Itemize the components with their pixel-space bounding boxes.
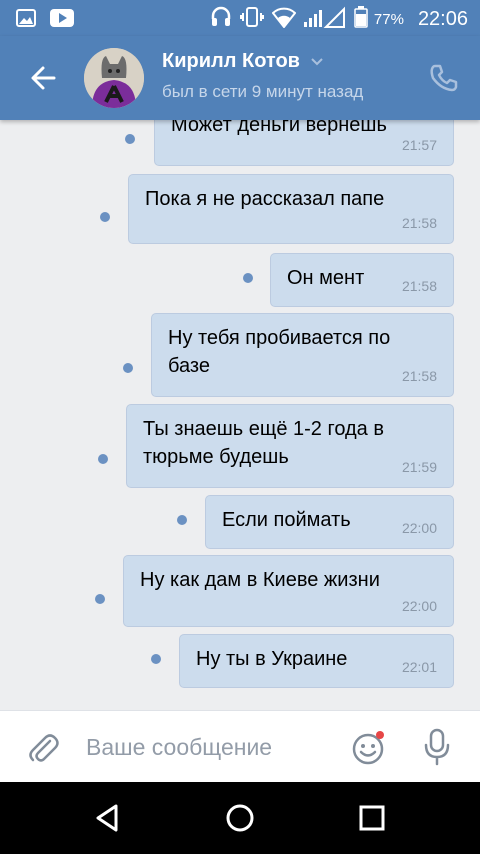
headset-icon <box>210 6 232 33</box>
contact-name-text: Кирилл Котов <box>162 50 300 72</box>
call-button[interactable] <box>428 62 460 94</box>
phone-icon <box>430 64 458 92</box>
message-bubble[interactable]: Ну как дам в Киеве жизни 22:00 <box>123 555 454 627</box>
unread-dot <box>243 273 253 283</box>
message-bubble[interactable]: Ты знаешь ещё 1-2 года в тюрьме будешь 2… <box>126 404 454 488</box>
avatar[interactable] <box>84 48 144 108</box>
message-time: 22:01 <box>401 659 437 675</box>
emoji-icon <box>352 731 384 765</box>
gallery-icon <box>16 9 36 32</box>
last-seen-status: был в сети 9 минут назад <box>162 82 364 101</box>
message-bubble[interactable]: Он мент 21:58 <box>270 253 454 307</box>
message-text: Ну как дам в Киеве жизни <box>140 569 380 591</box>
back-button[interactable] <box>24 58 64 98</box>
contact-name[interactable]: Кирилл Котов <box>162 50 324 73</box>
signal-icon <box>303 6 346 33</box>
message-time: 22:00 <box>401 598 437 614</box>
nav-back-button[interactable] <box>92 802 124 834</box>
message-bubble[interactable]: Ну ты в Украине 22:01 <box>179 634 454 688</box>
battery-icon <box>354 6 368 33</box>
message-time: 21:58 <box>401 278 437 294</box>
nav-recents-button[interactable] <box>358 804 386 832</box>
unread-dot <box>98 454 108 464</box>
system-navigation-bar <box>0 782 480 854</box>
message[interactable]: Ты знаешь ещё 1-2 года в тюрьме будешь 2… <box>126 404 454 488</box>
message-input[interactable] <box>86 729 336 765</box>
message[interactable]: Ну ты в Украине 22:01 <box>179 634 454 688</box>
message-time: 21:57 <box>401 137 437 153</box>
status-bar: 77% 22:06 <box>0 0 480 36</box>
unread-dot <box>100 212 110 222</box>
nav-back-icon <box>96 804 118 832</box>
nav-recents-icon <box>359 805 385 831</box>
unread-dot <box>177 515 187 525</box>
paperclip-icon <box>29 734 59 762</box>
message-bubble[interactable]: Пока я не рассказал папе 21:58 <box>128 174 454 244</box>
microphone-icon <box>424 728 450 766</box>
message-bubble[interactable]: Ну тебя пробивается по базе 21:58 <box>151 313 454 397</box>
message[interactable]: Он мент 21:58 <box>270 253 454 307</box>
message-bubble[interactable]: Если поймать 22:00 <box>205 495 454 549</box>
unread-dot <box>151 654 161 664</box>
chat-header: Кирилл Котов был в сети 9 минут назад <box>0 36 480 120</box>
message[interactable]: Если поймать 22:00 <box>205 495 454 549</box>
chevron-down-icon <box>311 57 323 65</box>
attach-button[interactable] <box>26 731 60 765</box>
message-text: Пока я не рассказал папе <box>145 188 385 210</box>
unread-dot <box>95 594 105 604</box>
unread-dot <box>123 363 133 373</box>
wifi-icon <box>271 6 297 33</box>
nav-home-icon <box>226 804 254 832</box>
clock: 22:06 <box>417 8 468 30</box>
emoji-button[interactable] <box>350 729 388 767</box>
back-arrow-icon <box>31 66 56 90</box>
youtube-icon <box>50 9 74 32</box>
message-text: Ну тебя пробивается по базе <box>168 327 391 377</box>
message-composer <box>0 710 480 783</box>
message-time: 21:59 <box>401 459 437 475</box>
voice-message-button[interactable] <box>422 727 452 767</box>
message-text: Ну ты в Украине <box>196 648 348 670</box>
nav-home-button[interactable] <box>224 802 256 834</box>
message[interactable]: Ну тебя пробивается по базе 21:58 <box>151 313 454 397</box>
unread-dot <box>125 134 135 144</box>
message-time: 22:00 <box>401 520 437 536</box>
battery-percent: 77% <box>373 11 404 28</box>
message[interactable]: Ну как дам в Киеве жизни 22:00 <box>123 555 454 627</box>
message-text: Ты знаешь ещё 1-2 года в тюрьме будешь <box>143 418 384 468</box>
message[interactable]: Пока я не рассказал папе 21:58 <box>128 174 454 244</box>
message-time: 21:58 <box>401 368 437 384</box>
message-time: 21:58 <box>401 215 437 231</box>
message-list[interactable]: Может деньги вернешь 21:57 Пока я не рас… <box>0 110 480 708</box>
vibrate-icon <box>239 6 264 33</box>
